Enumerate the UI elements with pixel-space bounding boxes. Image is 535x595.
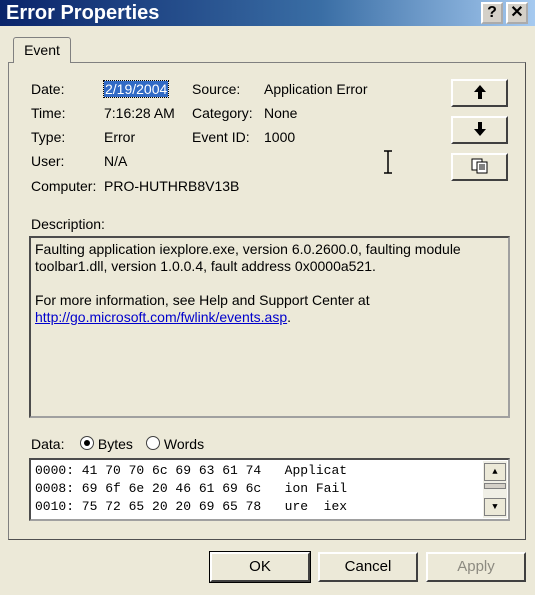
type-value: Error bbox=[104, 129, 136, 145]
type-label: Type: bbox=[31, 129, 66, 145]
scroll-thumb[interactable] bbox=[484, 483, 506, 489]
description-label: Description: bbox=[31, 216, 105, 232]
help-button[interactable]: ? bbox=[481, 2, 503, 24]
hex-row: 0000: 41 70 70 6c 69 63 61 74 Applicat bbox=[35, 463, 348, 478]
date-value-text: 2/19/2004 bbox=[102, 80, 170, 98]
category-value: None bbox=[264, 105, 298, 121]
time-label: Time: bbox=[31, 105, 66, 121]
words-radio-label: Words bbox=[163, 436, 205, 452]
title-bar: Error Properties bbox=[0, 0, 535, 26]
data-hex-box[interactable]: 0000: 41 70 70 6c 69 63 61 74 Applicat 0… bbox=[29, 458, 510, 521]
text-cursor-icon bbox=[383, 150, 393, 177]
close-button[interactable]: ✕ bbox=[506, 2, 528, 24]
eventid-value: 1000 bbox=[264, 129, 296, 145]
copy-icon bbox=[471, 158, 489, 177]
source-value: Application Error bbox=[264, 81, 368, 97]
next-event-button[interactable] bbox=[451, 116, 508, 144]
description-box[interactable]: Faulting application iexplore.exe, versi… bbox=[29, 236, 510, 418]
data-label: Data: bbox=[31, 436, 65, 452]
user-label: User: bbox=[31, 153, 65, 169]
user-value: N/A bbox=[104, 153, 128, 169]
source-label: Source: bbox=[192, 81, 241, 97]
copy-button[interactable] bbox=[451, 153, 508, 181]
tab-event[interactable]: Event bbox=[13, 37, 71, 63]
date-value[interactable]: 2/19/2004 bbox=[102, 80, 170, 98]
bytes-radio-indicator bbox=[80, 436, 94, 450]
words-radio[interactable]: Words bbox=[146, 436, 204, 452]
category-label: Category: bbox=[192, 105, 253, 121]
scroll-down-icon[interactable]: ▼ bbox=[484, 498, 506, 516]
previous-event-button[interactable] bbox=[451, 79, 508, 107]
words-radio-indicator bbox=[146, 436, 160, 450]
apply-button[interactable]: Apply bbox=[426, 552, 526, 582]
bytes-radio-label: Bytes bbox=[97, 436, 133, 452]
vertical-scrollbar[interactable]: ▲ ▼ bbox=[483, 461, 507, 518]
hex-row: 0010: 75 72 65 20 20 69 65 78 ure iex bbox=[35, 499, 348, 514]
hex-row: 0008: 69 6f 6e 20 46 61 69 6c ion Fail bbox=[35, 481, 348, 496]
eventid-label: Event ID: bbox=[192, 129, 250, 145]
down-arrow-icon bbox=[473, 121, 486, 139]
time-value: 7:16:28 AM bbox=[104, 105, 175, 121]
cancel-button[interactable]: Cancel bbox=[318, 552, 418, 582]
description-text: Faulting application iexplore.exe, versi… bbox=[35, 241, 461, 274]
link-suffix: . bbox=[287, 309, 291, 325]
computer-value: PRO-HUTHRB8V13B bbox=[104, 178, 240, 194]
help-link[interactable]: http://go.microsoft.com/fwlink/events.as… bbox=[35, 309, 287, 325]
up-arrow-icon bbox=[473, 84, 486, 102]
computer-label: Computer: bbox=[31, 178, 97, 194]
tab-event-label: Event bbox=[24, 42, 60, 58]
description-help-text: For more information, see Help and Suppo… bbox=[35, 292, 370, 308]
window-title: Error Properties bbox=[6, 2, 160, 24]
ok-button[interactable]: OK bbox=[209, 551, 311, 583]
bytes-radio[interactable]: Bytes bbox=[80, 436, 133, 452]
scroll-up-icon[interactable]: ▲ bbox=[484, 463, 506, 481]
date-label: Date: bbox=[31, 81, 65, 97]
